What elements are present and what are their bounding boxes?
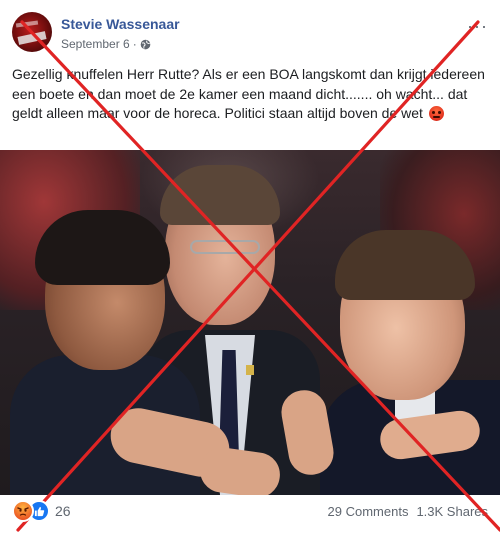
more-options-button[interactable]: ··· [467,16,488,37]
avatar-graphic [17,31,47,45]
reaction-count[interactable]: 26 [55,503,71,519]
post-footer: 26 29 Comments 1.3K Shares [12,498,488,526]
comments-count-link[interactable]: 29 Comments [328,504,409,519]
reactions-summary[interactable]: 26 [12,500,71,522]
post-header: Stevie Wassenaar September 6 · ··· [12,12,488,56]
angry-face-emoji [428,106,444,121]
meta-separator: · [132,37,137,51]
facebook-post: Stevie Wassenaar September 6 · ··· Gezel… [0,0,500,536]
photo-lapel-pin [246,365,254,375]
photo-person-left-hair [35,210,170,285]
post-date-link[interactable]: September 6 [61,37,130,51]
photo-glasses [190,240,260,254]
post-message: Gezellig knuffelen Herr Rutte? Als er ee… [12,65,488,124]
angry-reaction-icon [12,500,34,522]
globe-icon[interactable] [140,39,151,50]
post-photo[interactable] [0,150,500,495]
avatar-highlight [15,20,39,28]
post-message-text: Gezellig knuffelen Herr Rutte? Als er ee… [12,66,485,121]
post-meta: September 6 · [61,37,151,51]
engagement-stats: 29 Comments 1.3K Shares [328,504,488,519]
photo-person-right-hair [335,230,475,300]
shares-count-link[interactable]: 1.3K Shares [416,504,488,519]
author-name-link[interactable]: Stevie Wassenaar [61,16,180,32]
author-avatar[interactable] [12,12,52,52]
